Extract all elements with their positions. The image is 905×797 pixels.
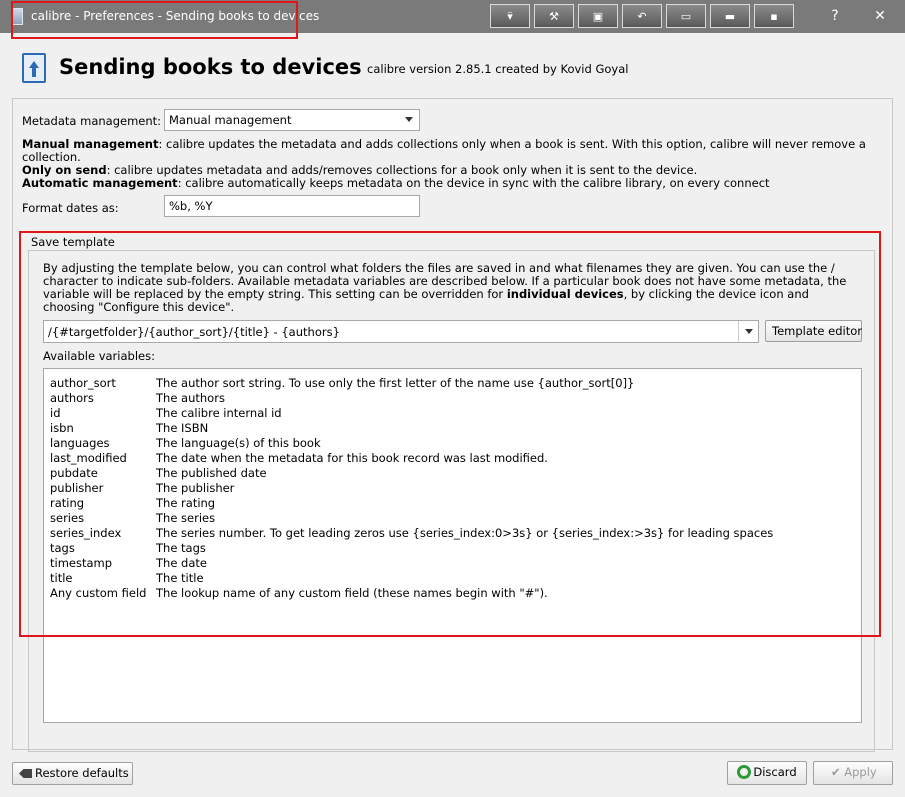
help-icon: ?: [831, 8, 839, 24]
send-to-device-icon: [22, 53, 46, 83]
variable-name: series_index: [50, 526, 122, 540]
manual-management-term: Manual management: [22, 137, 159, 151]
variable-description: The series: [156, 511, 216, 525]
variable-description: The author sort string. To use only the …: [156, 376, 635, 390]
check-icon: ✔: [830, 765, 841, 779]
chevron-down-icon: [405, 117, 413, 122]
close-icon: ✕: [874, 8, 886, 24]
backspace-icon: [19, 769, 32, 778]
variable-name: id: [50, 406, 61, 420]
variable-name: last_modified: [50, 451, 127, 465]
tools-icon: ⚒: [549, 9, 559, 23]
variable-name: rating: [50, 496, 85, 510]
apply-label: Apply: [844, 765, 877, 779]
calibre-app-icon: [12, 8, 23, 25]
metadata-management-value: Manual management: [169, 113, 292, 127]
dropdown-icon: ▾̈: [507, 9, 513, 23]
variable-description: The tags: [156, 541, 206, 555]
page-title: Sending books to devices: [59, 55, 362, 79]
variable-name: author_sort: [50, 376, 116, 390]
apply-button[interactable]: ✔ Apply: [813, 761, 893, 785]
variable-description: The rating: [156, 496, 216, 510]
template-dropdown-button[interactable]: [738, 321, 758, 342]
undo-icon: ↶: [637, 9, 647, 23]
variable-name: publisher: [50, 481, 104, 495]
minimize-bar-icon: ▬: [724, 9, 736, 23]
available-variables-label: Available variables:: [43, 349, 155, 363]
recycle-icon: [737, 765, 752, 779]
chevron-down-icon: [745, 329, 753, 334]
window-title: calibre - Preferences - Sending books to…: [31, 9, 320, 23]
template-combobox[interactable]: /{#targetfolder}/{author_sort}/{title} -…: [43, 320, 759, 343]
save-template-intro: By adjusting the template below, you can…: [43, 262, 863, 314]
only-on-send-term: Only on send: [22, 163, 107, 177]
format-dates-value: %b, %Y: [169, 199, 213, 213]
variable-description: The authors: [156, 391, 225, 405]
restore-defaults-button[interactable]: Restore defaults: [12, 762, 133, 785]
toolbar-button-7[interactable]: ▪: [754, 4, 794, 28]
variable-description: The language(s) of this book: [156, 436, 321, 450]
automatic-management-text: : calibre automatically keeps metadata o…: [177, 176, 770, 190]
format-dates-label: Format dates as:: [22, 201, 119, 215]
variable-name: timestamp: [50, 556, 113, 570]
window-icon: ▣: [592, 9, 604, 23]
toolbar-button-3[interactable]: ▣: [578, 4, 618, 28]
variable-description: The date when the metadata for this book…: [156, 451, 548, 465]
variable-name: isbn: [50, 421, 74, 435]
toolbar-button-1[interactable]: ▾̈: [490, 4, 530, 28]
toolbar-button-4[interactable]: ↶: [622, 4, 662, 28]
restore-defaults-label: Restore defaults: [35, 766, 129, 780]
metadata-management-label: Metadata management:: [22, 114, 162, 128]
variable-name: pubdate: [50, 466, 98, 480]
discard-button[interactable]: Discard: [727, 761, 807, 785]
discard-label: Discard: [753, 765, 797, 779]
window-titlebar: calibre - Preferences - Sending books to…: [0, 0, 905, 33]
variable-name: series: [50, 511, 85, 525]
intro-text-bold: individual devices: [506, 287, 624, 301]
metadata-management-select[interactable]: Manual management: [164, 109, 420, 131]
variable-description: The date: [156, 556, 207, 570]
toolbar-button-2[interactable]: ⚒: [534, 4, 574, 28]
variable-name: authors: [50, 391, 94, 405]
square-icon: ▪: [770, 9, 778, 23]
variable-name: languages: [50, 436, 110, 450]
pin-icon: ▭: [680, 9, 692, 23]
automatic-management-term: Automatic management: [22, 176, 178, 190]
template-editor-button[interactable]: Template editor: [765, 320, 862, 342]
variable-description: The title: [156, 571, 204, 585]
variable-description: The calibre internal id: [156, 406, 282, 420]
close-button[interactable]: ✕: [860, 4, 900, 28]
variable-description: The published date: [156, 466, 267, 480]
variable-name: tags: [50, 541, 75, 555]
variable-description: The ISBN: [156, 421, 209, 435]
variable-description: The series number. To get leading zeros …: [156, 526, 774, 540]
variable-description: The lookup name of any custom field (the…: [156, 586, 548, 600]
help-button[interactable]: ?: [815, 4, 855, 28]
version-text: calibre version 2.85.1 created by Kovid …: [367, 62, 629, 76]
only-on-send-text: : calibre updates metadata and adds/remo…: [106, 163, 698, 177]
variable-name: Any custom field: [50, 586, 147, 600]
manual-management-desc: Manual management: calibre updates the m…: [22, 138, 867, 164]
toolbar-button-5[interactable]: ▭: [666, 4, 706, 28]
automatic-management-desc: Automatic management: calibre automatica…: [22, 177, 867, 190]
save-template-title: Save template: [31, 235, 115, 249]
toolbar-button-6[interactable]: ▬: [710, 4, 750, 28]
available-variables-list[interactable]: author_sort The author sort string. To us…: [43, 368, 862, 723]
variable-description: The publisher: [156, 481, 235, 495]
format-dates-input[interactable]: %b, %Y: [164, 195, 420, 217]
variable-name: title: [50, 571, 73, 585]
template-value: /{#targetfolder}/{author_sort}/{title} -…: [48, 325, 340, 339]
